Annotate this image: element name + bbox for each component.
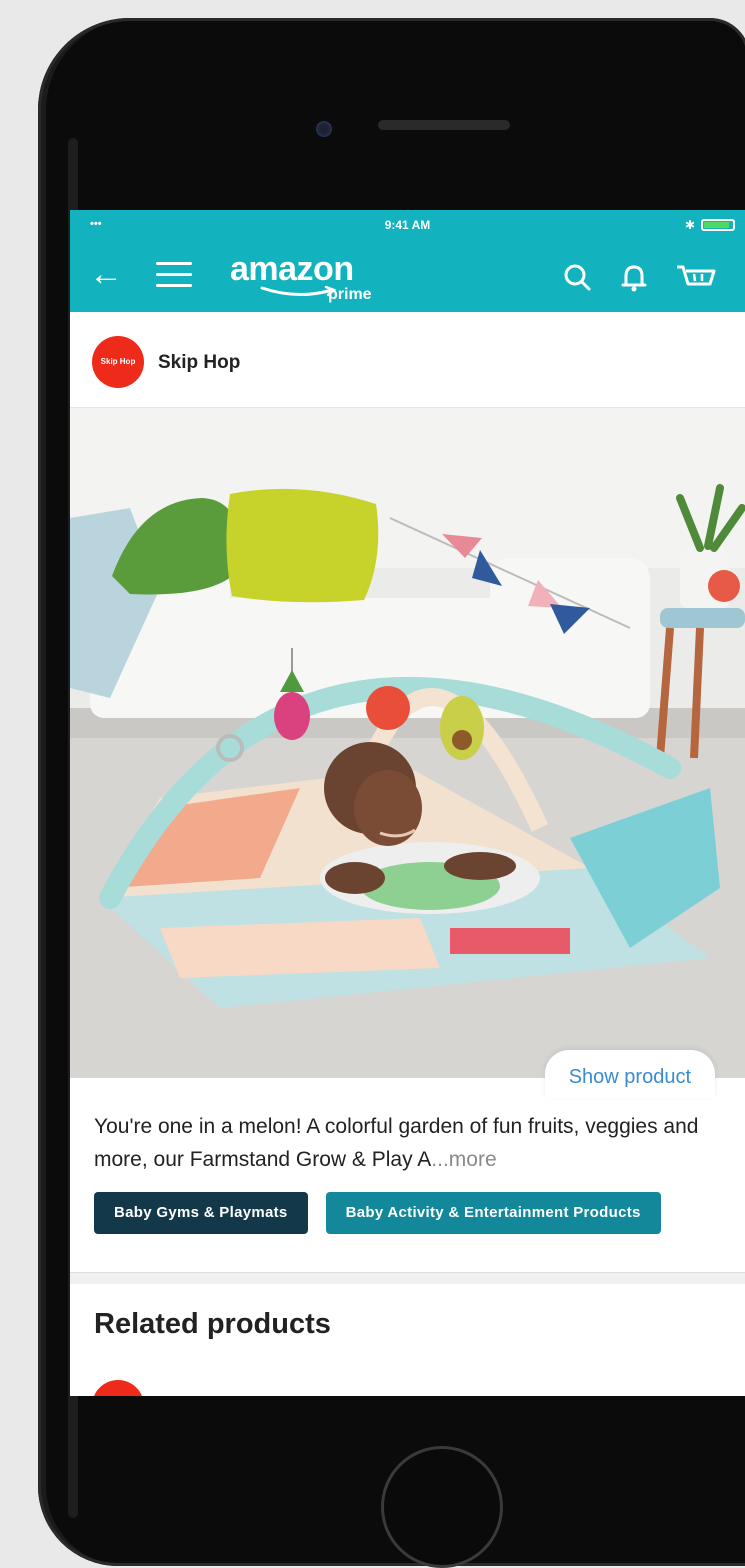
back-arrow-icon: ← — [89, 255, 123, 293]
bell-icon[interactable] — [615, 258, 653, 296]
more-link[interactable]: ...more — [431, 1148, 496, 1171]
post-brand-header[interactable]: Skip Hop Skip Hop — [70, 312, 745, 408]
product-hero-image[interactable] — [70, 408, 745, 1078]
hamburger-menu-icon[interactable] — [154, 258, 194, 292]
brand-avatar[interactable]: Skip Hop — [92, 336, 144, 388]
search-icon[interactable] — [558, 258, 596, 296]
amazon-prime-logo[interactable]: amazon prime — [230, 248, 400, 304]
bluetooth-icon: ✱ — [684, 218, 695, 232]
battery-icon — [701, 219, 735, 231]
category-tags: Baby Gyms & Playmats Baby Activity & Ent… — [94, 1192, 745, 1236]
home-button[interactable] — [381, 1446, 503, 1568]
related-brand-avatar[interactable] — [92, 1380, 144, 1396]
related-products-title: Related products — [94, 1308, 331, 1340]
logo-prime-text: prime — [328, 286, 372, 303]
back-button[interactable]: ← — [86, 254, 126, 294]
brand-name[interactable]: Skip Hop — [158, 352, 240, 374]
phone-screen: ••• 9:41 AM ✱ ← amazon prime Skip Hop Sk… — [70, 210, 745, 1396]
show-product-button[interactable]: Show product — [544, 1050, 715, 1098]
earpiece-speaker — [378, 120, 510, 130]
status-time: 9:41 AM — [384, 218, 431, 232]
app-bar: ← amazon prime — [70, 240, 745, 312]
post-description-text: You're one in a melon! A colorful garden… — [94, 1115, 699, 1171]
playmat-photo — [70, 408, 745, 1078]
tag-baby-activity[interactable]: Baby Activity & Entertainment Products — [325, 1192, 661, 1234]
post-description: You're one in a melon! A colorful garden… — [94, 1110, 724, 1176]
status-bar: ••• 9:41 AM ✱ — [70, 210, 745, 240]
front-camera — [316, 121, 332, 137]
cart-icon[interactable] — [674, 258, 716, 296]
status-right-group: ✱ — [685, 218, 735, 232]
tag-baby-gyms[interactable]: Baby Gyms & Playmats — [94, 1192, 308, 1234]
section-divider — [70, 1272, 745, 1284]
